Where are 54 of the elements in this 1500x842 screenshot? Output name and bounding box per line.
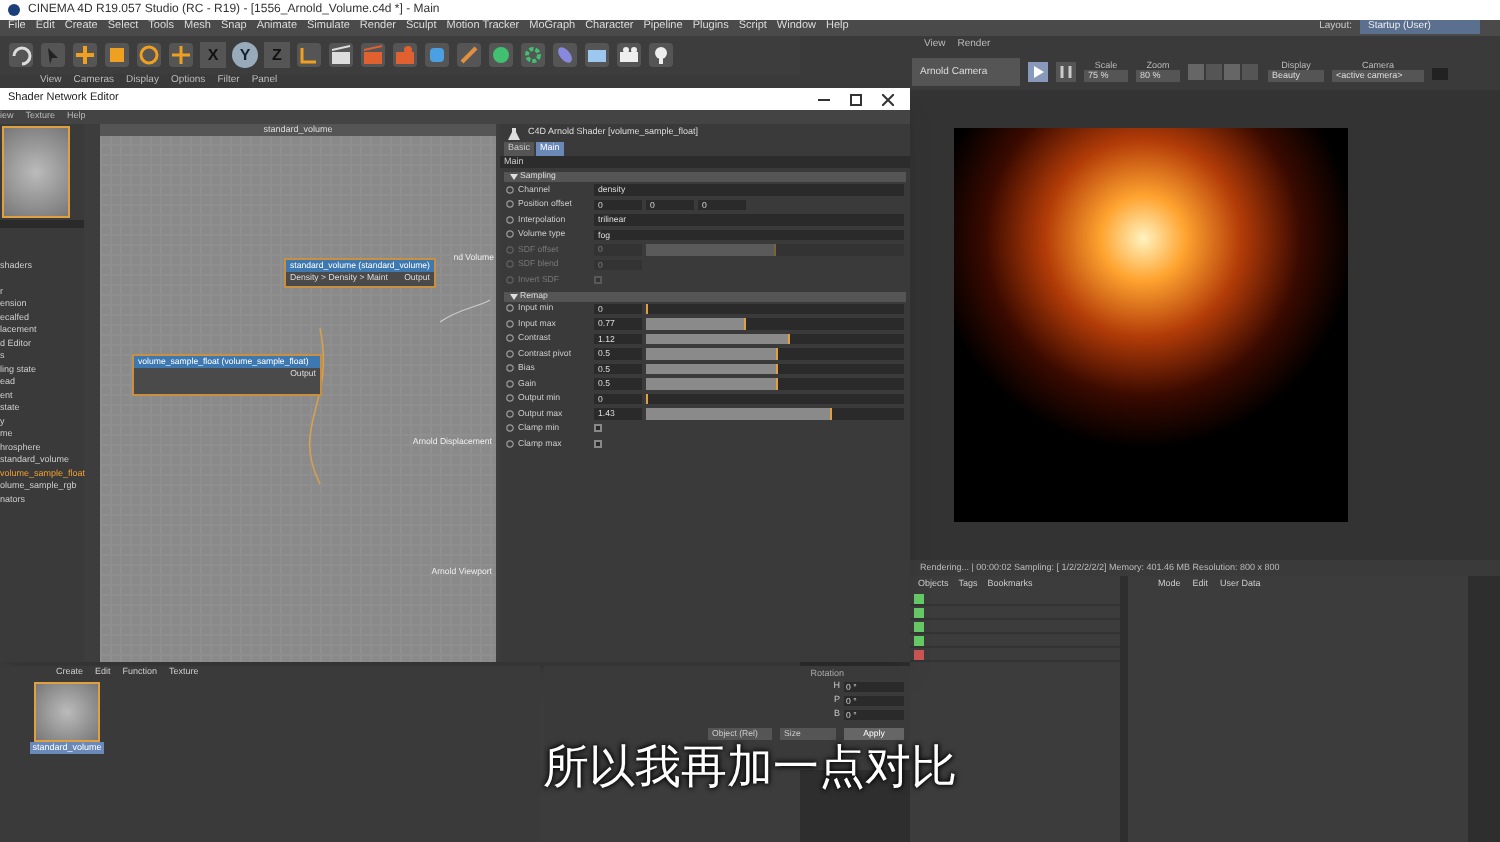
pause-icon[interactable] (1056, 62, 1076, 82)
keyframe-dot-icon[interactable] (506, 379, 514, 388)
check-icon[interactable] (914, 593, 924, 603)
caret-icon[interactable] (510, 293, 518, 299)
play-icon[interactable] (1028, 62, 1048, 82)
keyframe-dot-icon[interactable] (506, 334, 514, 343)
keyframe-dot-icon[interactable] (506, 364, 514, 373)
connection-wire (439, 299, 491, 323)
coordinate-icon[interactable] (296, 42, 322, 68)
slider-track[interactable] (646, 318, 904, 329)
app-logo-icon[interactable] (8, 4, 20, 16)
slider-track[interactable] (646, 333, 904, 344)
checkbox[interactable] (594, 424, 602, 433)
pen-icon[interactable] (456, 42, 482, 68)
keyframe-dot-icon[interactable] (506, 409, 514, 418)
checkbox[interactable] (594, 439, 602, 448)
light-bulb-icon[interactable] (648, 42, 674, 68)
slider-track[interactable] (646, 363, 904, 374)
move-icon[interactable] (72, 42, 98, 68)
keyframe-dot-icon[interactable] (506, 304, 514, 313)
move-icon[interactable] (168, 42, 194, 68)
slider-track[interactable] (646, 303, 904, 314)
slider-track[interactable] (646, 378, 904, 389)
keyframe-dot-icon[interactable] (506, 319, 514, 328)
slider-track[interactable] (646, 408, 904, 419)
capsule-icon[interactable] (552, 42, 578, 68)
keyframe-dot-icon[interactable] (506, 424, 514, 433)
minimize-icon[interactable] (818, 93, 830, 105)
check-icon[interactable] (914, 621, 924, 631)
material-preview (2, 126, 70, 218)
keyframe-dot-icon[interactable] (506, 185, 514, 194)
keyframe-dot-icon[interactable] (506, 394, 514, 403)
caret-icon[interactable] (510, 174, 518, 180)
sphere-icon[interactable] (488, 42, 514, 68)
keyframe-dot-icon[interactable] (506, 349, 514, 358)
keyframe-dot-icon[interactable] (506, 230, 514, 239)
axis-button[interactable]: Y (232, 42, 258, 68)
cross-icon[interactable] (914, 649, 924, 659)
rotate-icon[interactable] (136, 42, 162, 68)
check-icon[interactable] (914, 635, 924, 645)
undo-icon[interactable] (8, 42, 34, 68)
keyframe-dot-icon[interactable] (506, 200, 514, 209)
keyframe-dot-icon[interactable] (506, 215, 514, 224)
cube-icon[interactable] (424, 42, 450, 68)
maximize-icon[interactable] (850, 93, 862, 105)
check-icon[interactable] (914, 607, 924, 617)
close-icon[interactable] (882, 93, 894, 105)
keyframe-dot-icon[interactable] (506, 439, 514, 448)
gear-icon[interactable] (520, 42, 546, 68)
camera-icon[interactable] (616, 42, 642, 68)
subtitle: 所以我再加一点对比 (543, 744, 957, 790)
slider-track[interactable] (646, 348, 904, 359)
scale-icon[interactable] (104, 42, 130, 68)
slider-track[interactable] (646, 393, 904, 404)
